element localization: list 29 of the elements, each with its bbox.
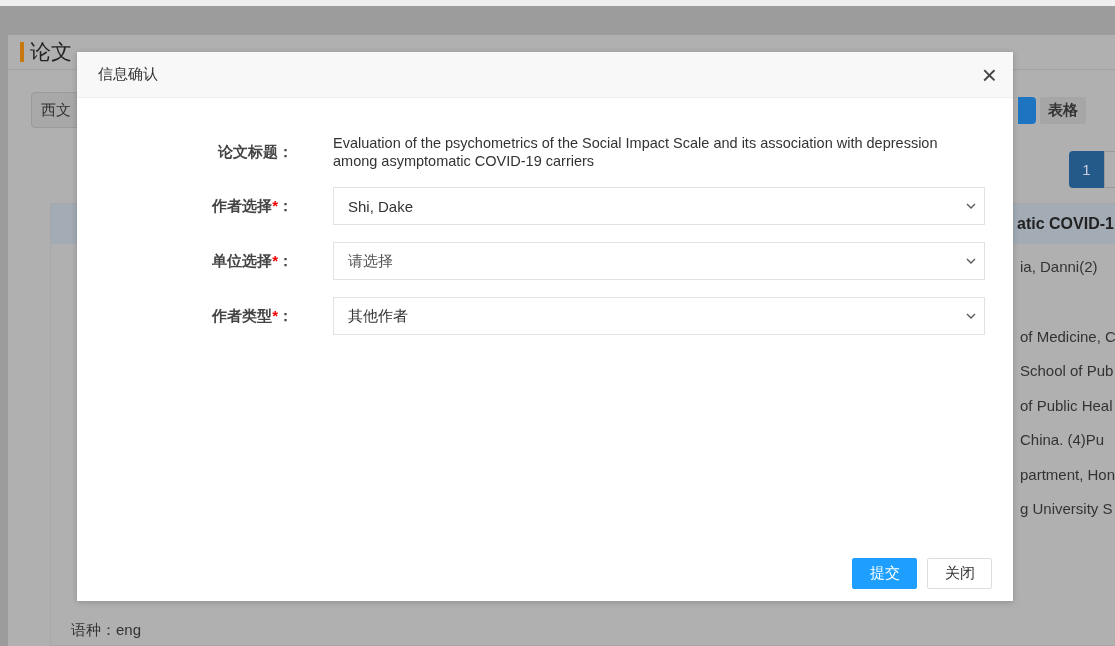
- chevron-down-icon: [966, 203, 976, 209]
- select-field[interactable]: 请选择: [333, 242, 985, 280]
- page-button[interactable]: [1104, 151, 1115, 188]
- accent-bar: [20, 42, 24, 62]
- record-text: partment, Hon: [1020, 465, 1115, 485]
- record-text: School of Pub: [1020, 362, 1115, 381]
- field-label: 单位选择*：: [211, 251, 293, 271]
- view-button[interactable]: [1018, 96, 1036, 124]
- page-button[interactable]: 1: [1069, 151, 1104, 188]
- field-label: 作者类型*：: [211, 306, 293, 326]
- field-label: 作者选择*：: [211, 196, 293, 216]
- select-field[interactable]: Shi, Dake: [333, 187, 985, 225]
- field-label: 论文标题：: [216, 142, 293, 162]
- language-text: 语种：eng: [71, 620, 142, 640]
- record-text: ia, Danni(2): [1020, 258, 1099, 277]
- record-title: atic COVID-1: [1017, 215, 1114, 233]
- chevron-down-icon: [966, 313, 976, 319]
- close-dialog-button[interactable]: 关闭: [927, 558, 992, 589]
- page-heading: 论文: [30, 39, 72, 65]
- dialog-title: 信息确认: [98, 65, 158, 84]
- close-button[interactable]: ×: [981, 61, 997, 88]
- record-text: of Medicine, C: [1020, 327, 1115, 347]
- record-text: g University S: [1020, 500, 1114, 519]
- select-field[interactable]: 其他作者: [333, 297, 985, 335]
- view-button[interactable]: 表格: [1040, 96, 1086, 124]
- chevron-down-icon: [966, 258, 976, 264]
- record-text: of Public Heal: [1020, 396, 1114, 416]
- record-text: China. (4)Pu: [1020, 431, 1106, 450]
- paper-title: Evaluation of the psychometrics of the Social Impact Scale and its association with depression among asymptomatic COVID-19 carriers: [333, 134, 939, 170]
